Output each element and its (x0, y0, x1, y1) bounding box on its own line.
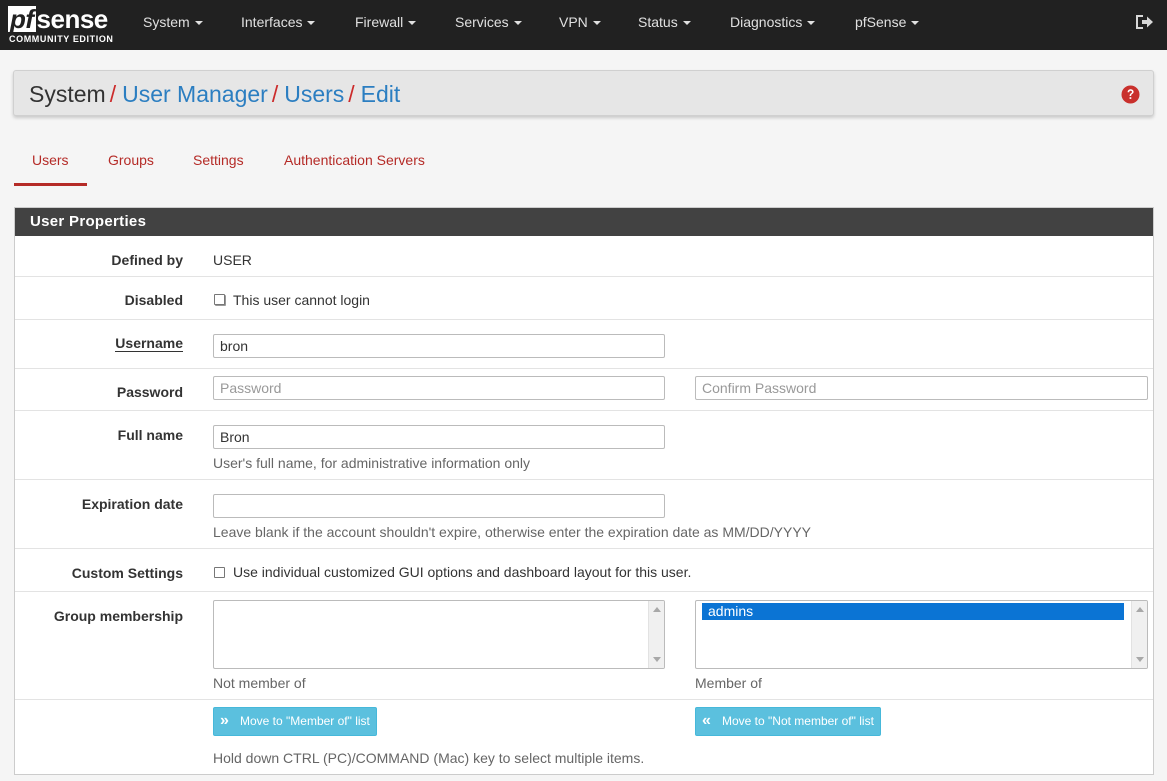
full-name-label: Full name (117, 427, 183, 443)
tab-settings[interactable]: Settings (175, 144, 262, 186)
custom-settings-checkbox-label[interactable]: Use individual customized GUI options an… (233, 564, 691, 580)
caret-down-icon (807, 21, 816, 26)
nav-label: pfSense (855, 14, 907, 30)
caret-down-icon (682, 21, 691, 26)
scroll-up-icon[interactable] (653, 607, 661, 612)
question-circle-icon[interactable] (1121, 85, 1140, 104)
double-chevron-left-icon: « (702, 712, 711, 729)
top-navbar: pf sense COMMUNITY EDITION System Interfa… (0, 0, 1167, 50)
scroll-up-icon[interactable] (1136, 607, 1144, 612)
expiration-date-input[interactable] (213, 494, 665, 518)
group-membership-label: Group membership (53, 608, 183, 624)
nav-label: System (143, 14, 190, 30)
user-properties-panel: User Properties Defined by USER Disabled… (14, 207, 1154, 775)
group-option-admins[interactable]: admins (702, 603, 1124, 620)
username-label-text: Username (115, 335, 183, 352)
username-label: Username (15, 335, 183, 352)
breadcrumb: System / User Manager / Users / Edit (29, 80, 400, 108)
disabled-label: Disabled (124, 292, 183, 308)
breadcrumb-system: System (29, 81, 106, 107)
breadcrumb-edit[interactable]: Edit (361, 81, 401, 107)
row-username: Username (15, 319, 1153, 368)
caret-down-icon (194, 21, 203, 26)
row-defined-by: Defined by USER (15, 236, 1153, 276)
breadcrumb-separator: / (348, 81, 355, 107)
tab-groups[interactable]: Groups (90, 144, 172, 186)
logo-wordmark: pf sense (8, 4, 108, 34)
nav-label: Firewall (355, 14, 404, 30)
expiration-date-label: Expiration date (81, 496, 183, 512)
nav-vpn[interactable]: VPN (559, 0, 601, 50)
row-disabled: Disabled This user cannot login (15, 276, 1153, 319)
breadcrumb-panel: System / User Manager / Users / Edit (13, 70, 1154, 116)
nav-label: Interfaces (241, 14, 303, 30)
logo-pf: pf (8, 4, 36, 34)
member-of-list[interactable]: admins (695, 600, 1148, 669)
row-full-name: Full name User's full name, for administ… (15, 410, 1153, 479)
row-group-membership: Group membership admins Not member of Me… (15, 591, 1153, 699)
password-label: Password (116, 384, 183, 400)
multi-select-help: Hold down CTRL (PC)/COMMAND (Mac) key to… (213, 750, 645, 766)
move-to-not-member-label: Move to "Not member of" list (722, 714, 874, 728)
defined-by-value: USER (213, 252, 252, 268)
caret-down-icon (408, 21, 417, 26)
full-name-help: User's full name, for administrative inf… (213, 455, 531, 471)
nav-pfsense[interactable]: pfSense (855, 0, 920, 50)
confirm-password-input[interactable] (695, 376, 1148, 400)
not-member-scrollbar[interactable] (648, 601, 664, 668)
row-custom-settings: Custom Settings Use individual customize… (15, 548, 1153, 591)
tab-authentication-servers[interactable]: Authentication Servers (266, 144, 443, 186)
caret-down-icon (307, 21, 316, 26)
nav-system[interactable]: System (143, 0, 203, 50)
scroll-down-icon[interactable] (1136, 657, 1144, 662)
custom-settings-label: Custom Settings (71, 565, 183, 581)
row-move-buttons: » Move to "Member of" list « Move to "Not … (15, 699, 1153, 774)
logo-sense: sense (36, 4, 109, 34)
panel-title: User Properties (15, 208, 1153, 236)
not-member-of-caption: Not member of (213, 675, 306, 691)
move-to-member-label: Move to "Member of" list (240, 714, 370, 728)
nav-services[interactable]: Services (455, 0, 522, 50)
breadcrumb-separator: / (271, 81, 279, 107)
tab-users[interactable]: Users (14, 144, 87, 186)
row-expiration-date: Expiration date Leave blank if the accou… (15, 479, 1153, 548)
breadcrumb-separator: / (109, 81, 117, 107)
nav-label: Status (638, 14, 678, 30)
nav-firewall[interactable]: Firewall (355, 0, 417, 50)
nav-diagnostics[interactable]: Diagnostics (730, 0, 816, 50)
nav-label: Diagnostics (730, 14, 803, 30)
full-name-input[interactable] (213, 425, 665, 449)
move-to-member-button[interactable]: » Move to "Member of" list (213, 707, 377, 736)
breadcrumb-user-manager[interactable]: User Manager (122, 81, 268, 107)
scroll-down-icon[interactable] (653, 657, 661, 662)
custom-settings-checkbox[interactable] (214, 567, 225, 578)
double-chevron-right-icon: » (220, 712, 229, 729)
nav-label: VPN (559, 14, 588, 30)
caret-down-icon (592, 21, 601, 26)
move-to-not-member-button[interactable]: « Move to "Not member of" list (695, 707, 881, 736)
expiration-date-help: Leave blank if the account shouldn't exp… (213, 524, 812, 540)
caret-down-icon (513, 21, 522, 26)
row-password: Password (15, 368, 1153, 410)
defined-by-label: Defined by (111, 252, 183, 268)
pfsense-logo[interactable]: pf sense COMMUNITY EDITION (8, 4, 116, 46)
nav-interfaces[interactable]: Interfaces (241, 0, 316, 50)
nav-status[interactable]: Status (638, 0, 691, 50)
caret-down-icon (911, 21, 920, 26)
logo-edition: COMMUNITY EDITION (9, 34, 114, 44)
disabled-checkbox[interactable] (214, 294, 225, 305)
breadcrumb-users[interactable]: Users (284, 81, 344, 107)
password-input[interactable] (213, 376, 665, 400)
username-input[interactable] (213, 334, 665, 358)
disabled-checkbox-label[interactable]: This user cannot login (233, 292, 370, 308)
member-scrollbar[interactable] (1131, 601, 1147, 668)
nav-label: Services (455, 14, 509, 30)
sign-out-icon[interactable] (1134, 13, 1154, 31)
member-of-caption: Member of (695, 675, 762, 691)
not-member-of-list[interactable] (213, 600, 665, 669)
